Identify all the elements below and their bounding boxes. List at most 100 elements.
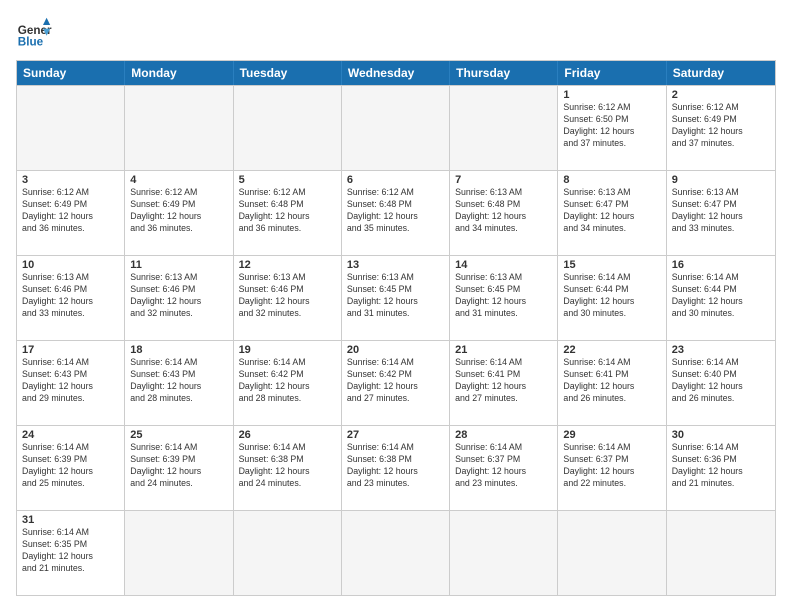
day-number: 22: [563, 344, 660, 356]
day-info: Sunrise: 6:14 AM Sunset: 6:40 PM Dayligh…: [672, 357, 770, 405]
calendar-cell: 2Sunrise: 6:12 AM Sunset: 6:49 PM Daylig…: [667, 86, 775, 170]
day-number: 7: [455, 174, 552, 186]
logo: General Blue: [16, 16, 52, 52]
calendar-cell: 7Sunrise: 6:13 AM Sunset: 6:48 PM Daylig…: [450, 171, 558, 255]
day-info: Sunrise: 6:14 AM Sunset: 6:36 PM Dayligh…: [672, 442, 770, 490]
calendar-cell: [125, 86, 233, 170]
calendar: SundayMondayTuesdayWednesdayThursdayFrid…: [16, 60, 776, 596]
calendar-body: 1Sunrise: 6:12 AM Sunset: 6:50 PM Daylig…: [17, 85, 775, 595]
day-info: Sunrise: 6:14 AM Sunset: 6:39 PM Dayligh…: [22, 442, 119, 490]
calendar-cell: 26Sunrise: 6:14 AM Sunset: 6:38 PM Dayli…: [234, 426, 342, 510]
calendar-cell: [450, 86, 558, 170]
calendar-row-4: 24Sunrise: 6:14 AM Sunset: 6:39 PM Dayli…: [17, 425, 775, 510]
day-info: Sunrise: 6:13 AM Sunset: 6:46 PM Dayligh…: [130, 272, 227, 320]
day-info: Sunrise: 6:13 AM Sunset: 6:47 PM Dayligh…: [563, 187, 660, 235]
day-number: 27: [347, 429, 444, 441]
day-number: 25: [130, 429, 227, 441]
day-info: Sunrise: 6:13 AM Sunset: 6:45 PM Dayligh…: [347, 272, 444, 320]
calendar-cell: 11Sunrise: 6:13 AM Sunset: 6:46 PM Dayli…: [125, 256, 233, 340]
calendar-cell: 27Sunrise: 6:14 AM Sunset: 6:38 PM Dayli…: [342, 426, 450, 510]
header-cell-sunday: Sunday: [17, 61, 125, 85]
day-number: 24: [22, 429, 119, 441]
header-cell-saturday: Saturday: [667, 61, 775, 85]
logo-icon: General Blue: [16, 16, 52, 52]
calendar-cell: [17, 86, 125, 170]
day-info: Sunrise: 6:12 AM Sunset: 6:49 PM Dayligh…: [672, 102, 770, 150]
day-number: 16: [672, 259, 770, 271]
day-number: 17: [22, 344, 119, 356]
calendar-row-1: 3Sunrise: 6:12 AM Sunset: 6:49 PM Daylig…: [17, 170, 775, 255]
svg-text:Blue: Blue: [18, 36, 44, 49]
calendar-cell: 28Sunrise: 6:14 AM Sunset: 6:37 PM Dayli…: [450, 426, 558, 510]
calendar-cell: [125, 511, 233, 595]
calendar-cell: 6Sunrise: 6:12 AM Sunset: 6:48 PM Daylig…: [342, 171, 450, 255]
day-info: Sunrise: 6:14 AM Sunset: 6:37 PM Dayligh…: [455, 442, 552, 490]
day-info: Sunrise: 6:14 AM Sunset: 6:35 PM Dayligh…: [22, 527, 119, 575]
day-number: 31: [22, 514, 119, 526]
header-cell-friday: Friday: [558, 61, 666, 85]
day-number: 18: [130, 344, 227, 356]
day-info: Sunrise: 6:14 AM Sunset: 6:39 PM Dayligh…: [130, 442, 227, 490]
calendar-cell: 14Sunrise: 6:13 AM Sunset: 6:45 PM Dayli…: [450, 256, 558, 340]
day-info: Sunrise: 6:12 AM Sunset: 6:50 PM Dayligh…: [563, 102, 660, 150]
calendar-cell: [342, 86, 450, 170]
day-info: Sunrise: 6:12 AM Sunset: 6:49 PM Dayligh…: [130, 187, 227, 235]
day-info: Sunrise: 6:13 AM Sunset: 6:45 PM Dayligh…: [455, 272, 552, 320]
page: General Blue SundayMondayTuesdayWednesda…: [0, 0, 792, 612]
day-number: 6: [347, 174, 444, 186]
day-number: 12: [239, 259, 336, 271]
day-number: 20: [347, 344, 444, 356]
calendar-cell: 10Sunrise: 6:13 AM Sunset: 6:46 PM Dayli…: [17, 256, 125, 340]
day-number: 9: [672, 174, 770, 186]
calendar-cell: 23Sunrise: 6:14 AM Sunset: 6:40 PM Dayli…: [667, 341, 775, 425]
calendar-cell: 9Sunrise: 6:13 AM Sunset: 6:47 PM Daylig…: [667, 171, 775, 255]
day-number: 2: [672, 89, 770, 101]
calendar-row-2: 10 Sunrise: 6:13 AM Sunset: 6:46 PM Dayli…: [17, 255, 775, 340]
calendar-cell: 31Sunrise: 6:14 AM Sunset: 6:35 PM Dayli…: [17, 511, 125, 595]
calendar-cell: 1Sunrise: 6:12 AM Sunset: 6:50 PM Daylig…: [558, 86, 666, 170]
calendar-cell: 8Sunrise: 6:13 AM Sunset: 6:47 PM Daylig…: [558, 171, 666, 255]
header-cell-wednesday: Wednesday: [342, 61, 450, 85]
day-number: 26: [239, 429, 336, 441]
calendar-cell: 12Sunrise: 6:13 AM Sunset: 6:46 PM Dayli…: [234, 256, 342, 340]
day-info: Sunrise: 6:14 AM Sunset: 6:44 PM Dayligh…: [672, 272, 770, 320]
day-info: Sunrise: 6:14 AM Sunset: 6:44 PM Dayligh…: [563, 272, 660, 320]
day-info: Sunrise: 6:14 AM Sunset: 6:42 PM Dayligh…: [239, 357, 336, 405]
day-info: Sunrise: 6:14 AM Sunset: 6:43 PM Dayligh…: [22, 357, 119, 405]
day-number: 23: [672, 344, 770, 356]
day-info: Sunrise: 6:12 AM Sunset: 6:48 PM Dayligh…: [347, 187, 444, 235]
day-number: 19: [239, 344, 336, 356]
calendar-cell: 21Sunrise: 6:14 AM Sunset: 6:41 PM Dayli…: [450, 341, 558, 425]
calendar-cell: 15Sunrise: 6:14 AM Sunset: 6:44 PM Dayli…: [558, 256, 666, 340]
calendar-cell: 22Sunrise: 6:14 AM Sunset: 6:41 PM Dayli…: [558, 341, 666, 425]
calendar-header-row: SundayMondayTuesdayWednesdayThursdayFrid…: [17, 61, 775, 85]
day-info: Sunrise: 6:13 AM Sunset: 6:48 PM Dayligh…: [455, 187, 552, 235]
day-number: 29: [563, 429, 660, 441]
day-number: 10: [22, 259, 119, 271]
calendar-cell: [667, 511, 775, 595]
calendar-cell: 29Sunrise: 6:14 AM Sunset: 6:37 PM Dayli…: [558, 426, 666, 510]
calendar-cell: 24Sunrise: 6:14 AM Sunset: 6:39 PM Dayli…: [17, 426, 125, 510]
day-info: Sunrise: 6:12 AM Sunset: 6:48 PM Dayligh…: [239, 187, 336, 235]
calendar-row-5: 31Sunrise: 6:14 AM Sunset: 6:35 PM Dayli…: [17, 510, 775, 595]
day-info: Sunrise: 6:14 AM Sunset: 6:43 PM Dayligh…: [130, 357, 227, 405]
day-number: 5: [239, 174, 336, 186]
calendar-cell: 13Sunrise: 6:13 AM Sunset: 6:45 PM Dayli…: [342, 256, 450, 340]
day-number: 28: [455, 429, 552, 441]
day-info: Sunrise: 6:14 AM Sunset: 6:38 PM Dayligh…: [347, 442, 444, 490]
calendar-cell: [234, 511, 342, 595]
header-cell-tuesday: Tuesday: [234, 61, 342, 85]
calendar-cell: 5Sunrise: 6:12 AM Sunset: 6:48 PM Daylig…: [234, 171, 342, 255]
calendar-cell: 19Sunrise: 6:14 AM Sunset: 6:42 PM Dayli…: [234, 341, 342, 425]
day-info: Sunrise: 6:12 AM Sunset: 6:49 PM Dayligh…: [22, 187, 119, 235]
day-number: 11: [130, 259, 227, 271]
day-number: 3: [22, 174, 119, 186]
calendar-cell: [450, 511, 558, 595]
day-number: 15: [563, 259, 660, 271]
day-number: 21: [455, 344, 552, 356]
header: General Blue: [16, 16, 776, 52]
calendar-cell: 4Sunrise: 6:12 AM Sunset: 6:49 PM Daylig…: [125, 171, 233, 255]
day-info: Sunrise: 6:13 AM Sunset: 6:47 PM Dayligh…: [672, 187, 770, 235]
calendar-cell: [342, 511, 450, 595]
calendar-cell: 18Sunrise: 6:14 AM Sunset: 6:43 PM Dayli…: [125, 341, 233, 425]
